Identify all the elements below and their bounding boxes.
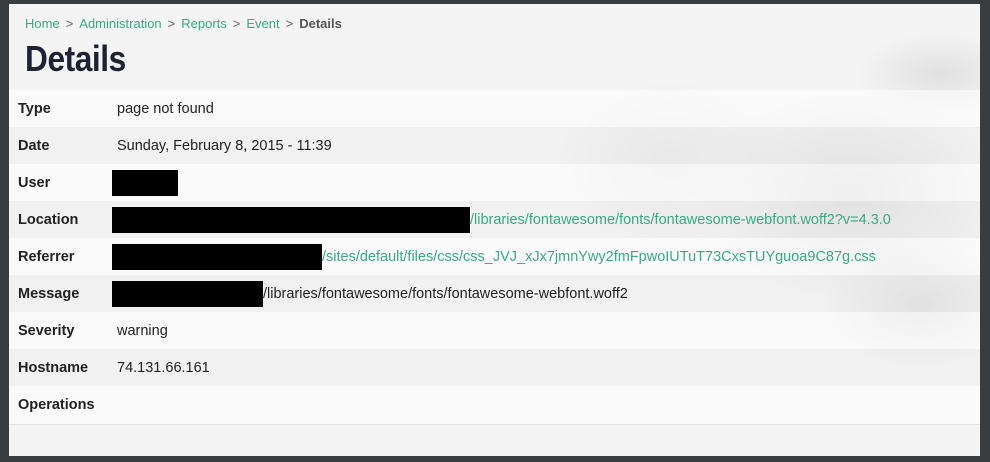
breadcrumb-separator: > — [285, 16, 294, 31]
breadcrumb-separator: > — [167, 16, 176, 31]
breadcrumb-home-link[interactable]: Home — [25, 16, 60, 31]
page-title: Details — [25, 38, 126, 79]
breadcrumb-reports-link[interactable]: Reports — [181, 16, 227, 31]
operations-value — [112, 386, 980, 424]
table-row: Message /libraries/fontawesome/fonts/fon… — [9, 275, 980, 312]
severity-value-text: warning — [117, 322, 168, 339]
details-panel: Home > Administration > Reports > Event > Detail… — [9, 4, 980, 456]
redacted-user — [112, 169, 178, 196]
breadcrumb-separator: > — [232, 16, 241, 31]
redacted-referrer-host — [112, 243, 322, 270]
type-value: page not found — [112, 90, 980, 127]
location-value: /libraries/fontawesome/fonts/fontawesome… — [112, 201, 980, 238]
date-value-text: Sunday, February 8, 2015 - 11:39 — [117, 137, 332, 154]
hostname-label: Hostname — [9, 349, 112, 386]
table-row: User — [9, 164, 980, 201]
type-label: Type — [9, 90, 112, 127]
severity-value: warning — [112, 312, 980, 349]
breadcrumb-administration-link[interactable]: Administration — [79, 16, 161, 31]
breadcrumb-current: Details — [299, 16, 342, 31]
date-label: Date — [9, 127, 112, 164]
message-value: /libraries/fontawesome/fonts/fontawesome… — [112, 275, 980, 312]
breadcrumb-separator: > — [65, 16, 74, 31]
operations-label: Operations — [9, 386, 112, 424]
redacted-message-host — [112, 280, 263, 307]
referrer-label: Referrer — [9, 238, 112, 275]
table-row: Type page not found — [9, 90, 980, 127]
date-value: Sunday, February 8, 2015 - 11:39 — [112, 127, 980, 164]
event-details-table: Type page not found Date Sunday, Februar… — [9, 90, 980, 424]
type-value-text: page not found — [117, 100, 214, 117]
referrer-value: /sites/default/files/css/css_JVJ_xJx7jmn… — [112, 238, 980, 275]
location-link[interactable]: /libraries/fontawesome/fonts/fontawesome… — [470, 211, 891, 227]
breadcrumb: Home > Administration > Reports > Event > Detail… — [25, 16, 342, 31]
table-row: Referrer /sites/default/files/css/css_JV… — [9, 238, 980, 275]
message-text: /libraries/fontawesome/fonts/fontawesome… — [263, 285, 628, 302]
user-label: User — [9, 164, 112, 201]
message-label: Message — [9, 275, 112, 312]
table-row: Operations — [9, 386, 980, 424]
table-row: Severity warning — [9, 312, 980, 349]
referrer-link[interactable]: /sites/default/files/css/css_JVJ_xJx7jmn… — [322, 248, 876, 264]
hostname-value-text: 74.131.66.161 — [117, 359, 210, 376]
user-value — [112, 164, 980, 201]
table-row: Location /libraries/fontawesome/fonts/fo… — [9, 201, 980, 238]
location-label: Location — [9, 201, 112, 238]
table-row: Hostname 74.131.66.161 — [9, 349, 980, 386]
divider — [9, 424, 980, 425]
table-row: Date Sunday, February 8, 2015 - 11:39 — [9, 127, 980, 164]
severity-label: Severity — [9, 312, 112, 349]
redacted-location-host — [112, 206, 470, 233]
breadcrumb-event-link[interactable]: Event — [246, 16, 279, 31]
hostname-value: 74.131.66.161 — [112, 349, 980, 386]
